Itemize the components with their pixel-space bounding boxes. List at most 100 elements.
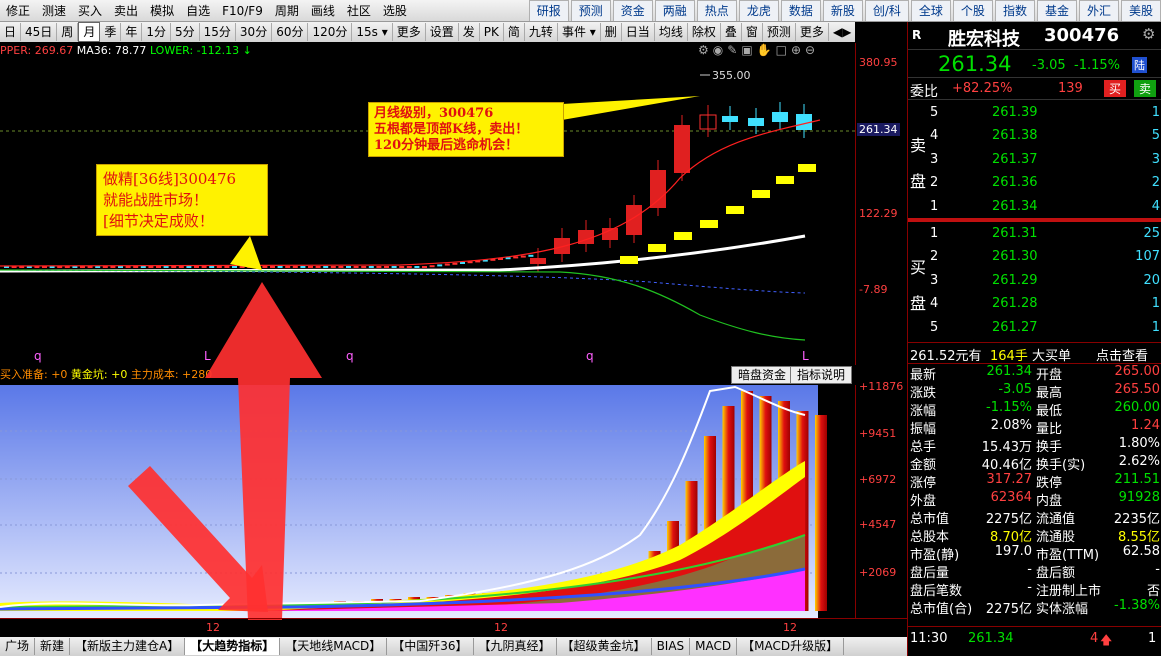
big-order-link[interactable]: 点击查看 [1096, 345, 1148, 364]
book-row[interactable]: 5 261.27 1 [908, 317, 1161, 340]
ask-side-label: 盘 [910, 172, 927, 191]
book-level: 3 [930, 272, 939, 288]
stat-label: 金额 [910, 458, 937, 473]
stat-value: 2.08% [990, 418, 1032, 433]
stat-label: 涨跌 [910, 386, 937, 401]
book-price: 261.29 [992, 272, 1038, 288]
quote-panel: R 胜宏科技 300476 ⚙ 261.34 -3.05 -1.15% 陆 委比… [907, 22, 1161, 656]
book-row[interactable]: 4 261.28 1 [908, 293, 1161, 316]
menu-tab[interactable]: 基金 [1036, 0, 1077, 21]
stat-value: 15.43万 [981, 440, 1032, 455]
stat-value: 265.50 [1114, 382, 1161, 397]
order-ratio-label: 委比 [910, 84, 938, 100]
book-row[interactable]: 2 261.30 107 [908, 246, 1161, 269]
stat-label: 盘后笔数 [910, 584, 963, 599]
flag-r: R [912, 28, 922, 42]
axis-label: +2069 [859, 566, 897, 579]
stat-label: 振幅 [910, 422, 937, 437]
bid-side-label: 买 [910, 258, 927, 277]
indicator-tab[interactable]: 广场 [0, 638, 36, 655]
book-level: 5 [930, 319, 939, 335]
book-level: 5 [930, 105, 939, 120]
order-diff: 139 [1058, 81, 1083, 96]
stat-label: 开盘 [1036, 368, 1063, 383]
menu-tab[interactable]: 创/科 [864, 0, 909, 21]
stat-value: - [1027, 562, 1032, 577]
book-volume: 1 [1151, 319, 1160, 335]
book-level: 1 [930, 226, 939, 241]
settings-icon[interactable]: ⚙ [1142, 25, 1155, 43]
bid-side-label: 盘 [910, 294, 927, 313]
sell-button[interactable]: 卖 [1134, 80, 1157, 97]
stat-label: 流通股 [1036, 530, 1076, 545]
book-price: 261.34 [992, 198, 1038, 214]
big-order-price: 261.52元有 [910, 349, 982, 364]
tick-time: 11:30 [910, 631, 948, 646]
menu-tab[interactable]: 全球 [910, 0, 951, 21]
book-row[interactable]: 3 261.29 20 [908, 270, 1161, 293]
stats-row: 涨跌 -3.05 最高 265.50 [908, 382, 1161, 401]
stat-label: 外盘 [910, 494, 937, 509]
stat-value: 2.62% [1118, 454, 1160, 469]
stock-header: R 胜宏科技 300476 ⚙ [908, 22, 1161, 50]
stat-value: 2275亿 [985, 602, 1032, 617]
axis-label: 380.95 [859, 56, 898, 69]
indicator-tab[interactable]: MACD [690, 638, 738, 655]
time-axis: 12 12 12 [0, 618, 907, 636]
book-volume: 107 [1135, 249, 1160, 265]
indicator-tab[interactable]: 【大趋势指标】 [185, 638, 281, 655]
book-volume: 1 [1151, 105, 1160, 120]
indicator-tab[interactable]: 【中国歼36】 [387, 638, 474, 655]
stat-value: 8.70亿 [990, 530, 1032, 545]
stat-value: 40.46亿 [981, 458, 1032, 473]
indicator-tab[interactable]: BIAS [652, 638, 691, 655]
last-price: 261.34 [938, 52, 1012, 76]
book-row[interactable]: 5 261.39 1 [908, 102, 1161, 125]
menu-tab[interactable]: 外汇 [1078, 0, 1119, 21]
indicator-tab[interactable]: 【新版主力建仓A】 [70, 638, 186, 655]
indicator-tabs: 广场 新建 【新版主力建仓A】 【大趋势指标】 【天地线MACD】 【中国歼36】 【九阴真… [0, 637, 907, 656]
tick-price: 261.34 [968, 631, 1014, 646]
stats-row: 总市值 2275亿 流通值 2235亿 [908, 508, 1161, 527]
stats-row: 最新 261.34 开盘 265.00 [908, 364, 1161, 383]
indicator-tab[interactable]: 【九阴真经】 [474, 638, 557, 655]
stat-value: 197.0 [994, 544, 1032, 559]
book-volume: 2 [1151, 175, 1160, 191]
stat-label: 注册制上市 [1036, 584, 1102, 599]
stats-row: 外盘 62364 内盘 91928 [908, 490, 1161, 509]
menu-tab[interactable]: 指数 [994, 0, 1035, 21]
x-tick-label: 12 [494, 621, 508, 634]
buy-button[interactable]: 买 [1104, 80, 1127, 97]
book-row[interactable]: 1 261.34 4 [908, 196, 1161, 219]
indicator-tab[interactable]: 【超级黄金坑】 [557, 638, 652, 655]
stats-row: 金额 40.46亿 换手(实) 2.62% [908, 454, 1161, 473]
stat-label: 流通值 [1036, 512, 1076, 527]
menu-tab[interactable]: 美股 [1120, 0, 1161, 21]
book-row[interactable]: 1 261.31 25 [908, 223, 1161, 246]
price-pct: -1.15% [1074, 58, 1120, 73]
menu-tab[interactable]: 个股 [952, 0, 993, 21]
book-row[interactable]: 3 261.37 3 [908, 149, 1161, 172]
stat-value: 91928 [1118, 490, 1160, 505]
book-row[interactable]: 4 261.38 5 [908, 125, 1161, 148]
stat-label: 最高 [1036, 386, 1063, 401]
stat-value: 261.34 [986, 364, 1033, 379]
big-order-row: 261.52元有 164手 大买单 点击查看 [908, 342, 1161, 364]
stat-label: 总市值(合) [910, 602, 973, 617]
indicator-tab[interactable]: 【MACD升级版】 [737, 638, 845, 655]
stat-value: 8.55亿 [1118, 530, 1160, 545]
stat-label: 换手(实) [1036, 458, 1086, 473]
indicator-tab[interactable]: 新建 [35, 638, 71, 655]
annotation-arrows [128, 282, 322, 620]
x-tick-label: 12 [206, 621, 220, 634]
book-row[interactable]: 2 261.36 2 [908, 172, 1161, 195]
ask-book: 5 261.39 1 4 261.38 5 3 261.37 3 2 261.36 2 1 261.34 4 [908, 102, 1161, 219]
book-level: 4 [930, 296, 939, 312]
stat-label: 换手 [1036, 440, 1063, 455]
stat-label: 总市值 [910, 512, 950, 527]
stats-row: 涨幅 -1.15% 最低 260.00 [908, 400, 1161, 419]
stock-name: 胜宏科技 [948, 29, 1020, 50]
tick-count: 1 [1148, 631, 1157, 646]
indicator-tab[interactable]: 【天地线MACD】 [280, 638, 388, 655]
stat-value: -1.38% [1114, 598, 1160, 613]
